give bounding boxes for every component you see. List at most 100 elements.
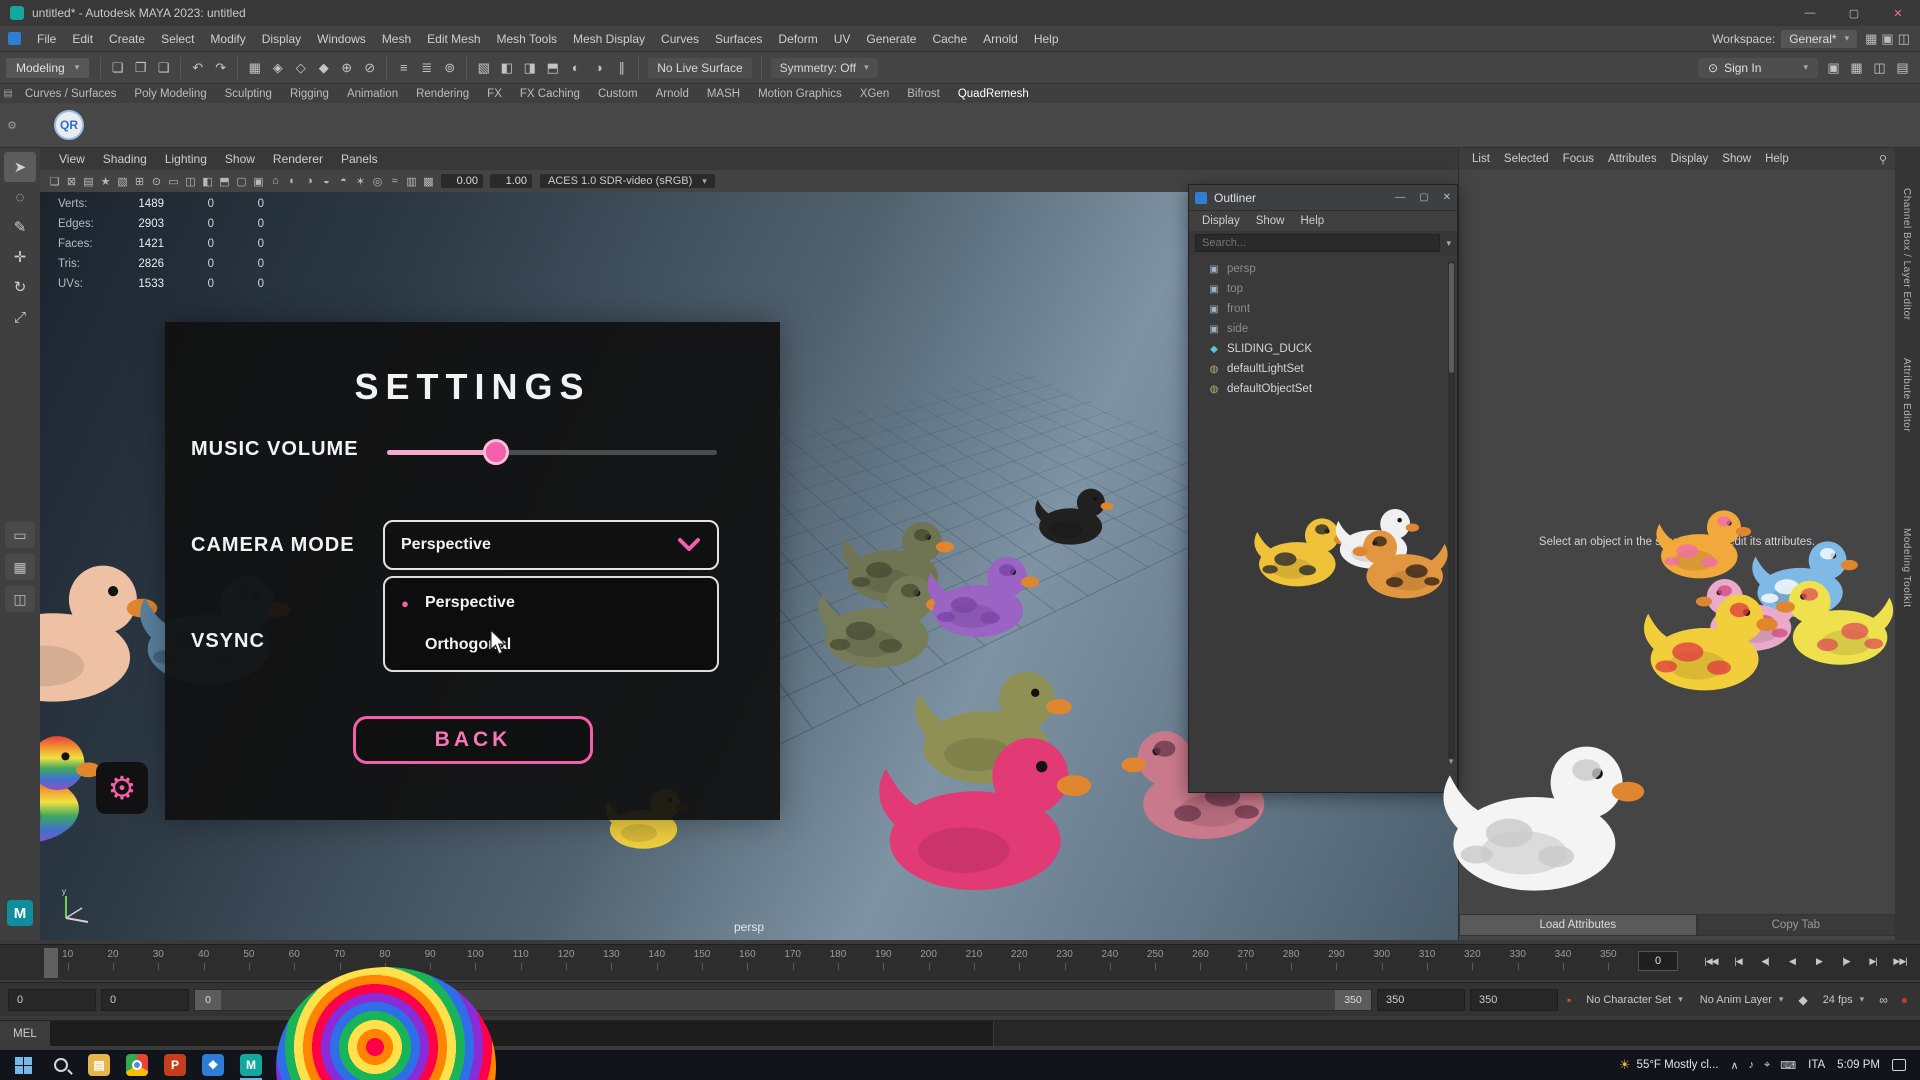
volume-icon[interactable]: ♪: [1749, 1059, 1755, 1072]
safe-title-icon[interactable]: ▣: [250, 172, 267, 190]
shelf-tab-fx[interactable]: FX: [478, 88, 511, 100]
menu-select[interactable]: Select: [153, 32, 202, 46]
workspace-select[interactable]: General*▾: [1781, 30, 1857, 48]
step-back-frame-button[interactable]: |◀: [1726, 950, 1750, 972]
paint-select-tool[interactable]: ✎: [4, 212, 36, 242]
shelf-tab-rendering[interactable]: Rendering: [407, 88, 478, 100]
panel-menu-view[interactable]: View: [50, 152, 94, 166]
wireframe-on-shaded-icon[interactable]: ▩: [420, 172, 437, 190]
two-pane-layout[interactable]: ◫: [5, 586, 35, 612]
hypershade-icon[interactable]: ◐: [564, 56, 587, 79]
shelf-gear-icon[interactable]: ⚙: [4, 119, 20, 132]
shelf-tab-motion-graphics[interactable]: Motion Graphics: [749, 88, 851, 100]
no-live-surface-button[interactable]: No Live Surface: [648, 58, 751, 78]
snap-to-curves-icon[interactable]: ◈: [266, 56, 289, 79]
shelf-tab-poly-modeling[interactable]: Poly Modeling: [125, 88, 215, 100]
microphone-icon[interactable]: ⌖: [1764, 1059, 1770, 1072]
film-gate-icon[interactable]: ▭: [165, 172, 182, 190]
menu-edit-mesh[interactable]: Edit Mesh: [419, 32, 488, 46]
taskbar-weather[interactable]: ☀ 55°F Mostly cl...: [1619, 1057, 1719, 1073]
construction-history-icon[interactable]: ⊚: [438, 56, 461, 79]
back-button[interactable]: BACK: [353, 716, 593, 764]
exposure-field[interactable]: 0.00: [441, 174, 483, 188]
panel-menu-shading[interactable]: Shading: [94, 152, 156, 166]
make-live-icon[interactable]: ⊘: [358, 56, 381, 79]
attr-menu-help[interactable]: Help: [1758, 153, 1796, 165]
bookmarks-icon[interactable]: ★: [97, 172, 114, 190]
menu-mesh-display[interactable]: Mesh Display: [565, 32, 653, 46]
range-end-handle[interactable]: 350: [1335, 990, 1371, 1010]
safe-action-icon[interactable]: ▢: [233, 172, 250, 190]
outliner-item-persp[interactable]: ▣ persp: [1189, 259, 1457, 279]
resolution-gate-icon[interactable]: ◫: [182, 172, 199, 190]
multisample-aa-icon[interactable]: ✶: [352, 172, 369, 190]
select-tool[interactable]: ➤: [4, 152, 36, 182]
taskbar-app-maya[interactable]: M: [232, 1050, 270, 1080]
shelf-menu-icon[interactable]: ▤: [0, 88, 16, 99]
menu-curves[interactable]: Curves: [653, 32, 707, 46]
xray-icon[interactable]: ▥: [403, 172, 420, 190]
shelf-tab-curves-surfaces[interactable]: Curves / Surfaces: [16, 88, 125, 100]
view-transform-select[interactable]: ACES 1.0 SDR-video (sRGB)▾: [540, 174, 715, 188]
chevron-down-icon[interactable]: ▾: [1446, 238, 1451, 249]
side-tab-attribute-editor[interactable]: Attribute Editor: [1901, 358, 1912, 432]
playback-end-field[interactable]: 350: [1377, 989, 1465, 1011]
pause-viewport-icon[interactable]: ∥: [610, 56, 633, 79]
attr-menu-show[interactable]: Show: [1715, 153, 1758, 165]
panel-menu-show[interactable]: Show: [216, 152, 264, 166]
outliner-menu-display[interactable]: Display: [1195, 215, 1247, 227]
side-tab-modeling-toolkit[interactable]: Modeling Toolkit: [1901, 528, 1912, 608]
time-slider[interactable]: 1020304050607080901001101201301401501601…: [0, 944, 1920, 980]
menu-surfaces[interactable]: Surfaces: [707, 32, 770, 46]
ipr-render-icon[interactable]: ◨: [518, 56, 541, 79]
open-render-view-icon[interactable]: ▧: [472, 56, 495, 79]
single-pane-layout[interactable]: ▭: [5, 522, 35, 548]
taskbar-app-file-explorer[interactable]: ▤: [80, 1050, 118, 1080]
outliner-menu-help[interactable]: Help: [1294, 215, 1332, 227]
menu-arnold[interactable]: Arnold: [975, 32, 1026, 46]
shelf-tab-mash[interactable]: MASH: [698, 88, 749, 100]
shelf-tab-fx-caching[interactable]: FX Caching: [511, 88, 589, 100]
playback-loop-icon[interactable]: ∞: [1875, 993, 1892, 1007]
shelf-tab-animation[interactable]: Animation: [338, 88, 407, 100]
outliner-item-defaultobjectset[interactable]: ◍ defaultObjectSet: [1189, 379, 1457, 399]
toggle-panels-icon[interactable]: ▤: [1891, 56, 1914, 79]
motion-blur-icon[interactable]: ◓: [335, 172, 352, 190]
two-d-pan-zoom-icon[interactable]: ⊞: [131, 172, 148, 190]
step-forward-key-button[interactable]: |▶: [1834, 950, 1858, 972]
maximize-button[interactable]: ▢: [1832, 0, 1876, 26]
play-forward-button[interactable]: ▶: [1807, 950, 1831, 972]
outliner-menu-show[interactable]: Show: [1249, 215, 1292, 227]
light-editor-icon[interactable]: ◑: [587, 56, 610, 79]
frame-all-icon[interactable]: ⌂: [267, 172, 284, 190]
animation-start-field[interactable]: 0: [101, 989, 189, 1011]
panel-menu-panels[interactable]: Panels: [332, 152, 387, 166]
side-tab-channel-box-layer-editor[interactable]: Channel Box / Layer Editor: [1901, 188, 1912, 321]
copy-tab-button[interactable]: Copy Tab: [1697, 914, 1895, 936]
animation-end-field[interactable]: 350: [1470, 989, 1558, 1011]
shelf-tab-rigging[interactable]: Rigging: [281, 88, 338, 100]
menu-modify[interactable]: Modify: [202, 32, 253, 46]
action-center-icon[interactable]: [1892, 1059, 1906, 1071]
auto-keyframe-toggle[interactable]: ●: [1897, 993, 1912, 1007]
menu-file[interactable]: File: [29, 32, 64, 46]
music-volume-slider[interactable]: [387, 438, 717, 466]
start-button[interactable]: [4, 1050, 42, 1080]
scroll-down-arrow[interactable]: ▼: [1447, 757, 1455, 766]
panel-menu-renderer[interactable]: Renderer: [264, 152, 332, 166]
character-key-icon[interactable]: ▪: [1563, 993, 1575, 1007]
lasso-tool[interactable]: ◌: [4, 182, 36, 212]
menu-set-select[interactable]: Modeling▾: [6, 58, 89, 78]
step-back-key-button[interactable]: ◀|: [1753, 950, 1777, 972]
shelf-tab-custom[interactable]: Custom: [589, 88, 647, 100]
fog-icon[interactable]: ≈: [386, 172, 403, 190]
menu-generate[interactable]: Generate: [858, 32, 924, 46]
outliner-minimize-button[interactable]: —: [1395, 192, 1405, 203]
ambient-occlusion-icon[interactable]: ◒: [318, 172, 335, 190]
menu-deform[interactable]: Deform: [770, 32, 825, 46]
taskbar-app-powerpoint[interactable]: P: [156, 1050, 194, 1080]
outliner-item-top[interactable]: ▣ top: [1189, 279, 1457, 299]
layout-two-icon[interactable]: ◫: [1868, 56, 1891, 79]
sign-in-button[interactable]: ⊙ Sign In ▾: [1698, 58, 1818, 78]
anim-layer-select[interactable]: No Anim Layer▾: [1694, 994, 1790, 1006]
